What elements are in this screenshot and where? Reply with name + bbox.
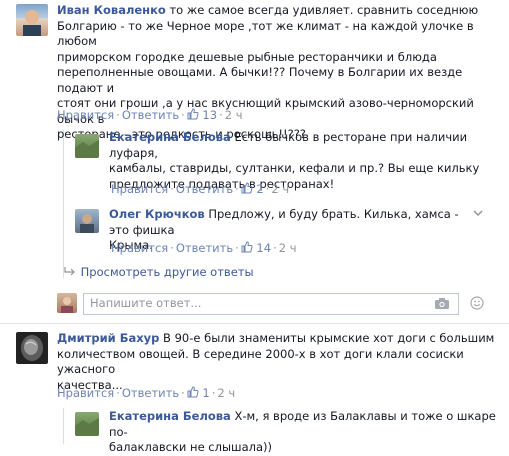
comment-actions: Нравится · Ответить · 14 · 2 ч (111, 241, 297, 255)
avatar[interactable] (16, 332, 48, 364)
comment-author[interactable]: Екатерина Белова (109, 409, 231, 423)
reply-thread-line (63, 408, 64, 444)
reply-input-box[interactable] (83, 293, 459, 315)
thumbs-up-icon (241, 241, 253, 253)
comment-text-line: переполненные овощами. А бычки!?? Почему… (57, 65, 463, 95)
avatar-image (23, 10, 41, 36)
reply-thread-line (63, 130, 64, 278)
reply-link[interactable]: Ответить (122, 108, 179, 122)
thumbs-up-icon (187, 108, 199, 120)
like-link[interactable]: Нравится (57, 386, 114, 400)
comment-actions: Нравится · Ответить · 13 · 2 ч (57, 108, 243, 122)
like-count-value: 13 (202, 108, 218, 122)
comment-time[interactable]: 2 ч (271, 182, 289, 196)
like-count[interactable]: 2 (241, 182, 264, 196)
comment-actions: Нравится · Ответить · 2 · 2 ч (111, 182, 290, 196)
thumbs-up-icon (187, 386, 199, 398)
comment-text-line: количеством овощей. В середине 2000-х в … (57, 346, 464, 377)
comment-text-line: Болгарию - то же Черное море ,тот же кли… (57, 18, 474, 49)
avatar-image (61, 297, 73, 313)
reply-link[interactable]: Ответить (176, 241, 233, 255)
comment-text-line: то же самое всегда удивляет. сравнить со… (165, 3, 479, 17)
comment-author[interactable]: Екатерина Белова (109, 130, 231, 144)
reply-link[interactable]: Ответить (122, 386, 179, 400)
comment-time[interactable]: 2 ч (217, 386, 235, 400)
avatar-image (21, 335, 43, 361)
avatar[interactable] (75, 412, 99, 436)
chevron-down-icon[interactable] (472, 207, 484, 221)
like-count[interactable]: 14 (241, 241, 271, 255)
comment-time[interactable]: 2 ч (225, 108, 243, 122)
comment-text-line: балаклавски не слышала)) (109, 440, 272, 454)
like-count[interactable]: 13 (187, 108, 217, 122)
comment-actions: Нравится · Ответить · 1 · 2 ч (57, 386, 236, 400)
comment-text-line: В 90-е были знамениты крымские хот доги … (159, 331, 495, 345)
like-count-value: 2 (256, 182, 264, 196)
view-more-replies-link[interactable]: Просмотреть другие ответы (63, 265, 254, 279)
camera-icon[interactable] (434, 297, 450, 313)
avatar-image (80, 214, 94, 233)
emoji-icon[interactable] (470, 296, 484, 313)
reply-body: Екатерина Белова Х-м, я вроде из Балакла… (109, 409, 499, 456)
comment-author[interactable]: Иван Коваленко (57, 3, 166, 17)
comment-author[interactable]: Дмитрий Бахур (57, 331, 159, 345)
avatar-image (75, 418, 99, 436)
like-link[interactable]: Нравится (111, 182, 168, 196)
like-link[interactable]: Нравится (57, 108, 114, 122)
comment-text-line: камбалы, ставриды, султанки, кефали и пр… (109, 161, 480, 175)
comment-author[interactable]: Олег Крючков (109, 207, 205, 221)
reply-link[interactable]: Ответить (176, 182, 233, 196)
thumbs-up-icon (241, 182, 253, 194)
avatar[interactable] (75, 134, 99, 158)
comment-body: Дмитрий Бахур В 90-е были знамениты крым… (57, 331, 497, 393)
reply-input[interactable] (84, 294, 396, 312)
view-more-replies-label: Просмотреть другие ответы (80, 265, 254, 279)
avatar[interactable] (16, 4, 48, 36)
like-count-value: 1 (202, 386, 210, 400)
like-link[interactable]: Нравится (111, 241, 168, 255)
avatar[interactable] (75, 209, 99, 233)
comment-text-line: приморском городке дешевые рыбные рестор… (57, 49, 437, 64)
reply-arrow-icon (64, 267, 75, 276)
divider (0, 323, 509, 324)
like-count[interactable]: 1 (187, 386, 210, 400)
avatar-image (75, 140, 99, 158)
comment-time[interactable]: 2 ч (279, 241, 297, 255)
avatar (57, 293, 77, 313)
like-count-value: 14 (256, 241, 272, 255)
